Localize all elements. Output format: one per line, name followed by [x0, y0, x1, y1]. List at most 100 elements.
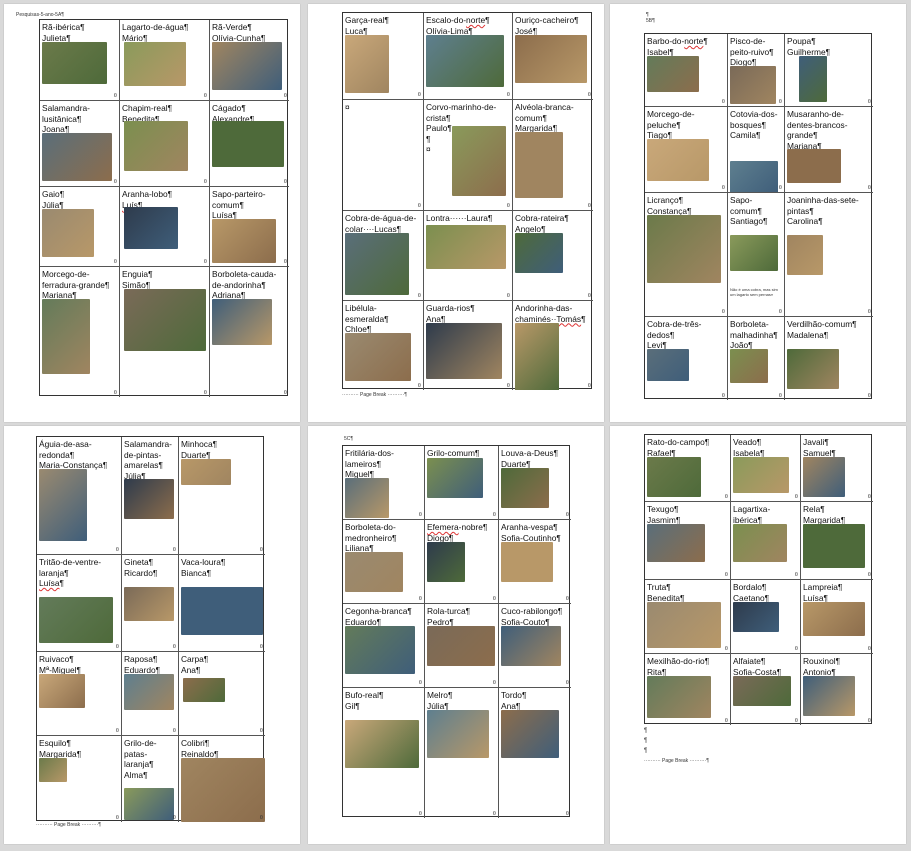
- table-cell-sapo-parteiro-comum[interactable]: Sapo-parteiro-comum¶ Luísa¶ ¤: [210, 187, 289, 267]
- table-cell-raposa[interactable]: Raposa¶ Eduardo¶ ¤: [122, 652, 179, 736]
- table-cell-[interactable]: ¤ ¤: [343, 100, 424, 211]
- cell-end-mark: ¤: [721, 309, 725, 315]
- table-cell-rola-turca[interactable]: Rola-turca¶ Pedro¶ ¤: [425, 604, 499, 688]
- table-cell-borboleta-cauda-de-andorinha[interactable]: Borboleta-cauda-de-andorinha¶ Adriana¶ ¤: [210, 267, 289, 397]
- cell-end-mark: ¤: [113, 179, 117, 185]
- table-cell-ra-verde[interactable]: Rã-Verde¶ Olívia-Cunha¶ ¤: [210, 20, 289, 101]
- table-cell-vaca-loura[interactable]: Vaca-loura¶ Bianca¶ ¤: [179, 555, 265, 652]
- species-photo: [799, 56, 827, 102]
- species-photo: [39, 674, 85, 708]
- table-cell-musaranho-de-dentes-brancos-grande[interactable]: Musaranho-de-dentes-brancos-grande¶ Mari…: [785, 107, 873, 193]
- table-cell-morcego-de-ferradura-grande[interactable]: Morcego-de-ferradura-grande¶ Mariana¶ ¤: [40, 267, 120, 397]
- species-label: Grilo-de-patas-laranja¶ Alma¶: [124, 738, 157, 780]
- table-cell-cobra-rateira[interactable]: Cobra-rateira¶ Angelo¶ ¤: [513, 211, 593, 301]
- table-cell-aguia-de-asa-redonda[interactable]: Águia-de-asa-redonda¶ Maria-Constança¶ ¤: [37, 437, 122, 555]
- table-cell-bordalo[interactable]: Bordalo¶ Caetano¶ ¤: [731, 580, 801, 654]
- table-cell-aranha-lobo[interactable]: Aranha-lobo¶ Luís¶ ¤: [120, 187, 210, 267]
- species-photo: [733, 457, 789, 493]
- table-cell-cagado[interactable]: Cágado¶ Alexandre¶ ¤: [210, 101, 289, 187]
- table-cell-carpa[interactable]: Carpa¶ Ana¶ ¤: [179, 652, 265, 736]
- table-cell-tritao-de-ventre-laranja[interactable]: Tritão-de-ventre-laranja¶ Luísa¶ ¤: [37, 555, 122, 652]
- species-photo: [212, 299, 272, 345]
- table-cell-verdilhao-comum[interactable]: Verdilhão-comum¶ Madalena¶ ¤: [785, 317, 873, 400]
- table-cell-andorinha-das-chamines-tomas[interactable]: Andorinha-das-chaminés··Tomás¶ ¤: [513, 301, 593, 390]
- cell-end-mark: ¤: [259, 644, 263, 650]
- table-cell-rouxinol[interactable]: Rouxinol¶ Antonio¶ ¤: [801, 654, 873, 725]
- table-cell-colibri[interactable]: Colibri¶ Reinaldo¶ ¤: [179, 736, 265, 822]
- species-label: Tritão-de-ventre-laranja¶ Luísa¶: [39, 557, 102, 588]
- table-cell-licranco[interactable]: Licranço¶ Constança¶ ¤: [645, 193, 728, 317]
- table-cell-melro[interactable]: Melro¶ Júlia¶ ¤: [425, 688, 499, 818]
- table-cell-rela[interactable]: Rela¶ Margarida¶ ¤: [801, 502, 873, 580]
- table-cell-tordo[interactable]: Tordo¶ Ana¶ ¤: [499, 688, 571, 818]
- cell-end-mark: ¤: [778, 393, 782, 399]
- table-cell-guarda-rios[interactable]: Guarda-rios¶ Ana¶ ¤: [424, 301, 513, 390]
- table-cell-aranha-vespa[interactable]: Aranha-vespa¶ Sofia-Coutinho¶ ¤: [499, 520, 571, 604]
- cell-end-mark: ¤: [115, 644, 119, 650]
- species-label: Borboleta-do-medronheiro¶ Liliana¶: [345, 522, 397, 553]
- table-cell-alveola-branca-comum[interactable]: Alvéola-branca-comum¶ Margarida¶ ¤: [513, 100, 593, 211]
- table-cell-lampreia[interactable]: Lampreia¶ Luísa¶ ¤: [801, 580, 873, 654]
- table-cell-barbo-do-norte[interactable]: Barbo-do-norte¶ Isabel¶ ¤: [645, 34, 728, 107]
- cell-end-mark: ¤: [565, 596, 569, 602]
- table-cell-mexilhao-do-rio[interactable]: Mexilhão-do-rio¶ Rita¶ ¤: [645, 654, 731, 725]
- species-label: Esquilo¶ Margarida¶: [39, 738, 82, 759]
- table-cell-garca-real[interactable]: Garça-real¶ Luca¶ ¤: [343, 13, 424, 100]
- species-label: Rato-do-campo¶ Rafael¶: [647, 437, 710, 458]
- table-cell-cobra-de-tres-dedos[interactable]: Cobra-de-três-dedos¶ Levi¶ ¤: [645, 317, 728, 400]
- table-cell-lagarto-de-agua[interactable]: Lagarto-de-água¶ Mário¶ ¤: [120, 20, 210, 101]
- cell-end-mark: ¤: [418, 811, 422, 817]
- table-cell-rato-do-campo[interactable]: Rato-do-campo¶ Rafael¶ ¤: [645, 435, 731, 502]
- table-cell-escalo-do-norte[interactable]: Escalo-do-norte¶ Olívia-Lima¶ ¤: [424, 13, 513, 100]
- table-cell-salamandra-de-pintas-amarelas[interactable]: Salamandra-de-pintas-amarelas¶ Júlia¶ ¤: [122, 437, 179, 555]
- table-cell-borboleta-do-medronheiro[interactable]: Borboleta-do-medronheiro¶ Liliana¶ ¤: [343, 520, 425, 604]
- table-cell-esquilo[interactable]: Esquilo¶ Margarida¶ ¤: [37, 736, 122, 822]
- table-cell-pisco-de-peito-ruivo[interactable]: Pisco-de-peito-ruivo¶ Diogo¶ ¤: [728, 34, 785, 107]
- table-cell-grilo-comum[interactable]: Grilo-comum¶ Inês¶¤: [425, 446, 499, 520]
- species-label: Escalo-do-norte¶ Olívia-Lima¶: [426, 15, 490, 36]
- table-cell-poupa[interactable]: Poupa¶ Guilherme¶ ¤: [785, 34, 873, 107]
- species-label: Garça-real¶ Luca¶: [345, 15, 390, 36]
- table-cell-cobra-de-agua-de-colar-lucas[interactable]: Cobra-de-água-de-colar····Lucas¶ ¤: [343, 211, 424, 301]
- table-cell-gineta[interactable]: Gineta¶ Ricardo¶ ¤: [122, 555, 179, 652]
- table-cell-fritilaria-dos-lameiros[interactable]: Fritilária-dos-lameiros¶ Miguel¶ ¤: [343, 446, 425, 520]
- table-cell-ra-iberica[interactable]: Rã-ibérica¶ Julieta¶ ¤: [40, 20, 120, 101]
- species-photo: [181, 459, 231, 485]
- table-cell-borboleta-malhadinha[interactable]: Borboleta-malhadinha¶ João¶ ¤: [728, 317, 785, 400]
- table-cell-corvo-marinho-de-crista[interactable]: Corvo-marinho-de-crista¶ Paulo¶ ¶ ¤ ¤: [424, 100, 513, 211]
- table-cell-gaio[interactable]: Gaio¶ Júlia¶ ¤: [40, 187, 120, 267]
- table-cell-cegonha-branca[interactable]: Cegonha-branca¶ Eduardo¶ ¤: [343, 604, 425, 688]
- table-cell-javali[interactable]: Javali¶ Samuel¶ ¤: [801, 435, 873, 502]
- table-cell-efemera-nobre[interactable]: Efemera-nobre¶ Diogo¶ ¤: [425, 520, 499, 604]
- species-label: Lampreia¶ Luísa¶: [803, 582, 843, 603]
- table-cell-alfaiate[interactable]: Alfaiate¶ Sofia-Costa¶ ¤: [731, 654, 801, 725]
- table-cell-chapim-real[interactable]: Chapim-real¶ Benedita¶ ¤: [120, 101, 210, 187]
- table-cell-ourico-cacheiro[interactable]: Ouriço-cacheiro¶ José¶ ¤: [513, 13, 593, 100]
- cell-end-mark: ¤: [259, 815, 263, 821]
- table-cell-cuco-rabilongo[interactable]: Cuco-rabilongo¶ Sofia-Couto¶ ¤: [499, 604, 571, 688]
- paragraph-marks: ¶ ¶ ¶: [644, 728, 648, 754]
- table-cell-sapo-comum[interactable]: Sapo-comum¶ Santiago¶ ¤: [728, 193, 785, 317]
- species-label: ¤: [345, 102, 350, 112]
- table-cell-enguia[interactable]: Enguia¶ Simão¶ ¤: [120, 267, 210, 397]
- table-cell-joaninha-das-sete-pintas[interactable]: Joaninha-das-sete-pintas¶ Carolina¶ ¤: [785, 193, 873, 317]
- cell-end-mark: ¤: [418, 596, 422, 602]
- table-cell-salamandra-lusitanica[interactable]: Salamandra-lusitânica¶ Joana¶ ¤: [40, 101, 120, 187]
- page-break-marker: ·········· Page Break ··········¶: [342, 392, 407, 398]
- table-cell-bufo-real[interactable]: Bufo-real¶ Gil¶ ¤: [343, 688, 425, 818]
- species-table: Rato-do-campo¶ Rafael¶ ¤ Veado¶ Isabela¶ ¤ J…: [644, 434, 873, 725]
- table-cell-truta[interactable]: Truta¶ Benedita¶ ¤: [645, 580, 731, 654]
- cell-end-mark: ¤: [794, 646, 798, 652]
- table-cell-texugo[interactable]: Texugo¶ Jasmim¶ ¤: [645, 502, 731, 580]
- table-cell-grilo-de-patas-laranja[interactable]: Grilo-de-patas-laranja¶ Alma¶ ¤: [122, 736, 179, 822]
- table-cell-ruivaco[interactable]: Ruivaco¶ Mª-Miguel¶ ¤: [37, 652, 122, 736]
- table-cell-cotovia-dos-bosques[interactable]: Cotovia-dos-bosques¶ Camila¶ ¤: [728, 107, 785, 193]
- table-cell-veado[interactable]: Veado¶ Isabela¶ ¤: [731, 435, 801, 502]
- table-cell-libelula-esmeralda[interactable]: Libélula-esmeralda¶ Chloe¶ ¤: [343, 301, 424, 390]
- table-cell-lagartixa-iberica[interactable]: Lagartixa-ibérica¶ Leonor¶¤: [731, 502, 801, 580]
- species-label: Cobra-de-água-de-colar····Lucas¶: [345, 213, 417, 234]
- table-cell-lontra-laura[interactable]: Lontra······Laura¶ ¤: [424, 211, 513, 301]
- table-cell-louva-a-deus[interactable]: Louva-a-Deus¶ Duarte¶ ¤: [499, 446, 571, 520]
- table-cell-morcego-de-peluche[interactable]: Morcego-de-peluche¶ Tiago¶ ¤: [645, 107, 728, 193]
- table-cell-minhoca[interactable]: Minhoca¶ Duarte¶ ¤: [179, 437, 265, 555]
